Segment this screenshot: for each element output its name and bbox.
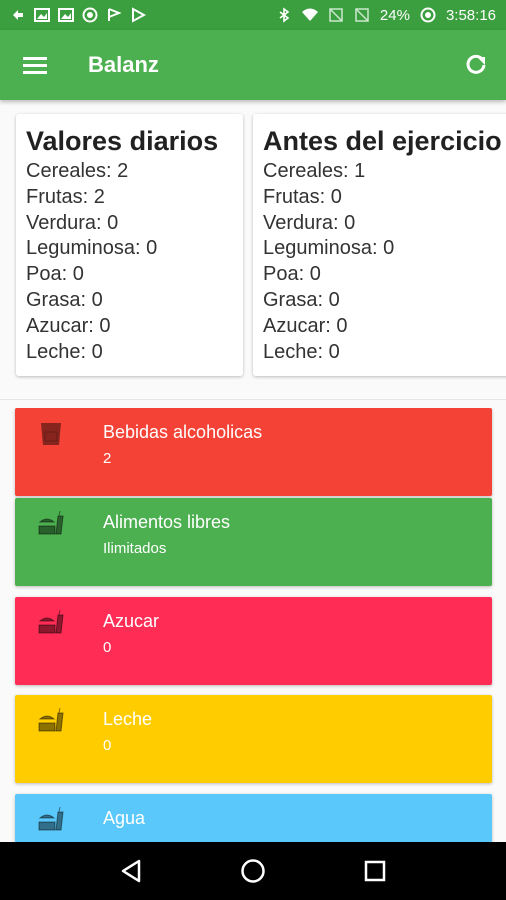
fastfood-icon (38, 609, 64, 634)
card-row: Leguminosa: 0 (263, 237, 395, 260)
pre-exercise-card: Antes del ejercicio Cereales: 1 Frutas: … (253, 114, 506, 376)
notification-icons (10, 7, 146, 23)
daily-values-card: Valores diarios Cereales: 2 Frutas: 2 Ve… (16, 114, 243, 376)
card-row: Leche: 0 (26, 340, 103, 363)
card-row: Leche: 0 (263, 340, 340, 363)
glass-icon (41, 423, 61, 445)
card-row: Grasa: 0 (263, 288, 340, 311)
recents-icon (364, 860, 386, 882)
app-title: Balanz (88, 52, 159, 77)
battery-icon (420, 7, 436, 23)
flag-icon (108, 8, 122, 21)
status-bar: 24% 3:58:16 (0, 0, 506, 30)
app-bar: Balanz (0, 30, 506, 100)
refresh-button[interactable] (446, 30, 506, 100)
category-value: Ilimitados (103, 540, 167, 557)
home-button[interactable] (228, 846, 278, 896)
home-icon (241, 859, 265, 883)
system-icons: 24% 3:58:16 (276, 7, 496, 24)
card-title: Antes del ejercicio (263, 126, 502, 156)
battery-percent: 24% (379, 6, 410, 24)
card-row: Verdura: 0 (26, 211, 119, 234)
fastfood-icon (38, 707, 64, 732)
bluetooth-icon (279, 7, 290, 23)
card-row: Grasa: 0 (26, 288, 103, 311)
category-item-alimentos-libres[interactable]: Alimentos libres Ilimitados (15, 498, 492, 586)
fastfood-icon (38, 510, 64, 535)
card-row: Poa: 0 (263, 263, 321, 286)
category-item-bebidas[interactable]: Bebidas alcoholicas 2 (15, 408, 492, 496)
card-row: Poa: 0 (26, 263, 84, 286)
navigation-bar (0, 842, 506, 900)
category-value: 2 (103, 450, 112, 467)
category-value: 0 (103, 737, 112, 754)
fastfood-icon (38, 806, 64, 831)
category-name: Alimentos libres (103, 512, 231, 532)
category-name: Azucar (103, 611, 160, 631)
card-row: Frutas: 2 (26, 185, 105, 208)
play-store-icon (132, 7, 146, 23)
record-icon (82, 7, 98, 23)
category-value: 0 (103, 639, 112, 656)
image-icon (58, 8, 74, 22)
card-row: Cereales: 1 (263, 160, 366, 182)
category-name: Agua (103, 808, 146, 828)
card-row: Cereales: 2 (26, 160, 129, 182)
category-name: Bebidas alcoholicas (103, 422, 263, 442)
category-item-azucar[interactable]: Azucar 0 (15, 597, 492, 685)
menu-button[interactable] (0, 30, 70, 100)
card-title: Valores diarios (26, 126, 219, 156)
signal-off-icon (329, 8, 343, 22)
refresh-icon (466, 54, 486, 74)
card-row: Azucar: 0 (26, 314, 111, 337)
category-item-agua[interactable]: Agua (15, 794, 492, 842)
card-row: Frutas: 0 (263, 185, 342, 208)
card-row: Verdura: 0 (263, 211, 356, 234)
sync-icon (13, 10, 23, 20)
category-name: Leche (103, 709, 153, 729)
card-row: Leguminosa: 0 (26, 237, 158, 260)
category-item-leche[interactable]: Leche 0 (15, 695, 492, 783)
back-button[interactable] (106, 846, 156, 896)
signal-off-icon (355, 8, 369, 22)
clock: 3:58:16 (445, 6, 496, 24)
summary-strip[interactable]: Valores diarios Cereales: 2 Frutas: 2 Ve… (0, 100, 506, 400)
wifi-icon (301, 8, 318, 21)
card-row: Azucar: 0 (263, 314, 348, 337)
image-icon (34, 8, 50, 22)
hamburger-icon (23, 57, 47, 74)
category-list[interactable]: Bebidas alcoholicas 2 Alimentos libres I… (0, 408, 506, 842)
back-icon (121, 859, 141, 883)
recents-button[interactable] (350, 846, 400, 896)
